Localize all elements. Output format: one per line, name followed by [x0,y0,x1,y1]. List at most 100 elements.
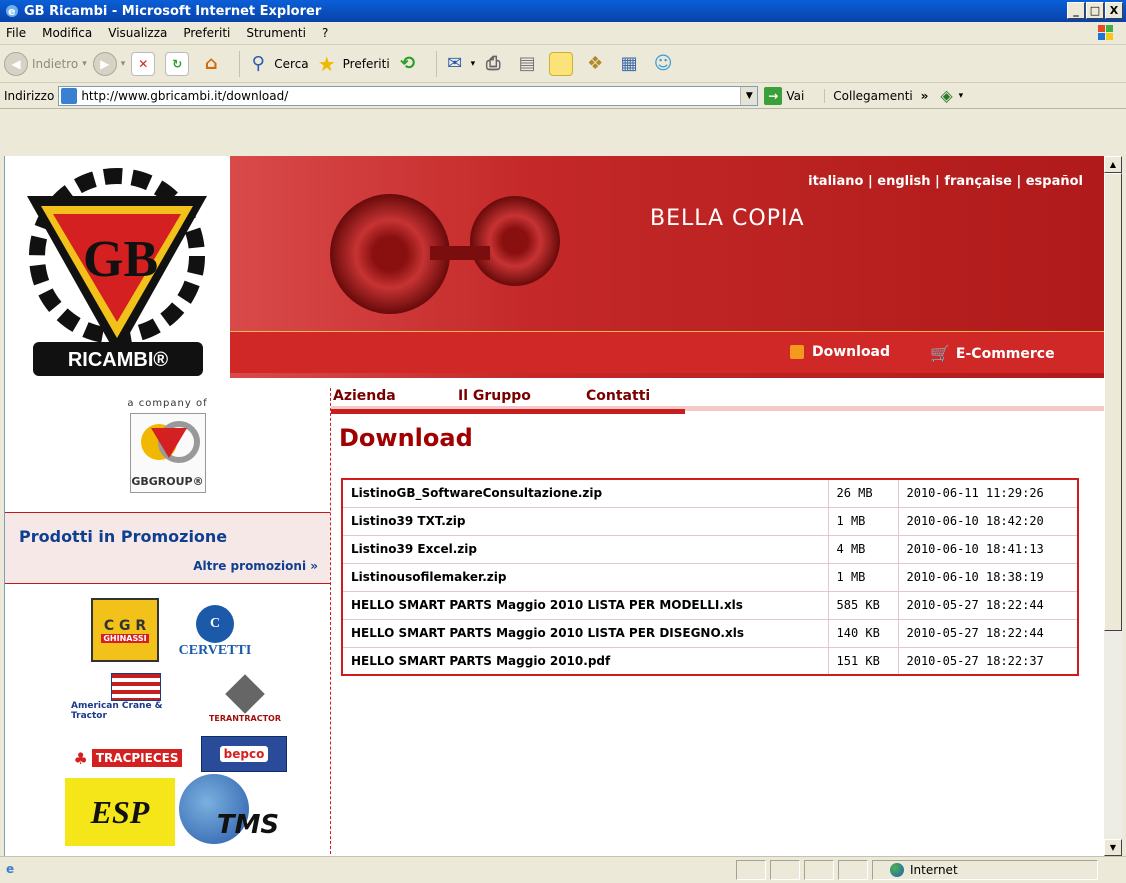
language-selector[interactable]: italiano | english | française | español [808,174,1083,189]
edit-button[interactable]: ▤ [515,52,543,76]
gbgroup-logo[interactable]: GBGROUP® [129,413,206,493]
bepco-logo[interactable]: bepco [201,736,287,772]
tracpieces-logo[interactable]: ♣ TRACPIECES [61,746,195,770]
nav-contatti[interactable]: Contatti [572,388,685,414]
go-button[interactable]: → Vai [764,86,805,105]
hero-action-bar: Download 🛒 E-Commerce [230,331,1104,373]
tms-text: TMS [216,810,280,840]
scroll-down-button[interactable]: ▼ [1104,839,1122,856]
svg-text:e: e [8,5,15,18]
dropdown-arrow-icon: ▾ [470,58,476,69]
file-size: 1 MB [827,562,899,592]
file-link[interactable]: ListinoGB_SoftwareConsultazione.zip [341,478,829,508]
maximize-button[interactable]: □ [1086,2,1104,19]
file-link[interactable]: Listinousofilemaker.zip [341,562,829,592]
favorites-label: Preferiti [342,56,390,71]
address-bar: Indirizzo http://www.gbricambi.it/downlo… [0,83,1126,109]
file-size: 585 KB [827,590,899,620]
vertical-scrollbar[interactable]: ▲ ▼ [1104,156,1122,856]
file-link[interactable]: HELLO SMART PARTS Maggio 2010 LISTA PER … [341,590,829,620]
address-url: http://www.gbricambi.it/download/ [81,88,289,103]
company-of-label: a company of [127,398,208,409]
file-link[interactable]: Listino39 TXT.zip [341,506,829,536]
table-row: Listino39 Excel.zip 4 MB 2010-06-10 18:41:… [341,534,1079,564]
minimize-button[interactable]: _ [1067,2,1085,19]
file-link[interactable]: HELLO SMART PARTS Maggio 2010.pdf [341,646,829,676]
print-button[interactable]: ⎙ [481,52,509,76]
american-crane-logo[interactable]: American Crane & Tractor [71,668,201,726]
esp-logo[interactable]: ESP [65,778,175,846]
company-block: a company of GBGROUP® [5,388,330,508]
address-dropdown-icon[interactable]: ▼ [740,86,758,105]
menu-preferiti[interactable]: Preferiti [183,26,230,40]
nav-azienda[interactable]: Azienda [331,388,444,414]
extension-icon[interactable]: ◈ [940,86,952,105]
gearbox-image [470,196,560,286]
table-row: Listino39 TXT.zip 1 MB 2010-06-10 18:42:20 [341,506,1079,536]
download-link-label: Download [812,344,891,360]
menu-strumenti[interactable]: Strumenti [246,26,306,40]
forward-arrow-icon: ▶ [92,51,117,76]
american-text: American Crane & Tractor [71,701,163,721]
favorites-button[interactable]: ★ Preferiti [315,52,390,76]
file-date: 2010-06-11 11:29:26 [897,478,1079,508]
scroll-thumb[interactable] [1104,173,1122,631]
back-arrow-icon: ◀ [4,51,28,76]
tms-logo[interactable]: TMS [173,770,283,850]
search-button[interactable]: ⚲ Cerca [246,52,309,76]
close-button[interactable]: X [1105,2,1123,19]
tractor-icon: ♣ [73,748,88,768]
promo-more-link[interactable]: Altre promozioni » [193,559,318,573]
window-titlebar: e GB Ricambi - Microsoft Internet Explor… [0,0,1126,22]
mail-icon: ✉ [447,53,463,74]
file-link[interactable]: HELLO SMART PARTS Maggio 2010 LISTA PER … [341,618,829,648]
dropdown-arrow-icon[interactable]: ▾ [959,91,964,101]
window-title: GB Ricambi - Microsoft Internet Explorer [24,3,322,19]
menu-visualizza[interactable]: Visualizza [108,26,167,40]
mail-button[interactable]: ✉ ▾ [443,52,476,76]
search-icon: ⚲ [251,53,265,74]
forward-button[interactable]: ▶ ▾ [92,51,125,76]
standard-toolbar: ◀ Indietro ▾ ▶ ▾ ✕ ↻ ⌂ ⚲ Cerca ★ Preferi… [0,45,1126,83]
menu-help[interactable]: ? [322,26,328,40]
ecommerce-link-label: E-Commerce [955,345,1055,362]
download-link[interactable]: Download [790,344,890,360]
menu-modifica[interactable]: Modifica [42,26,92,40]
discuss-button[interactable] [549,51,577,76]
scroll-up-button[interactable]: ▲ [1104,156,1122,173]
address-input[interactable]: http://www.gbricambi.it/download/ ▼ [58,85,759,106]
terantractor-logo[interactable]: TERANTRACTOR [205,668,285,728]
file-size: 1 MB [827,506,899,536]
file-date: 2010-05-27 18:22:37 [897,646,1079,676]
home-button[interactable]: ⌂ [199,52,227,76]
back-label: Indietro [32,56,79,71]
file-link[interactable]: Listino39 Excel.zip [341,534,829,564]
history-button[interactable]: ⟲ [396,52,424,76]
messenger-icon: ☺ [653,53,673,74]
promo-title: Prodotti in Promozione [19,527,228,546]
cgr-text: C G R [103,617,147,634]
toolbar-separator [239,50,241,77]
links-button[interactable]: Collegamenti » [824,88,928,103]
go-label: Vai [786,88,805,103]
back-button[interactable]: ◀ Indietro ▾ [4,51,87,76]
stop-button[interactable]: ✕ [131,51,159,76]
address-label: Indirizzo [4,88,55,103]
svg-text:GB: GB [83,231,158,288]
gbgroup-label: GBGROUP® [131,475,204,488]
research-button[interactable]: ❖ [583,52,611,76]
media-button[interactable]: ▦ [617,52,645,76]
ecommerce-link[interactable]: 🛒 E-Commerce [930,344,1055,363]
cart-icon: 🛒 [930,344,950,363]
promo-box: Prodotti in Promozione Altre promozioni … [5,512,330,584]
download-icon [790,345,804,359]
nav-il-gruppo[interactable]: Il Gruppo [444,388,572,414]
cervetti-logo[interactable]: C CERVETTI [165,600,265,664]
cgr-logo[interactable]: C G R GHINASSI [91,598,159,662]
menu-file[interactable]: File [6,26,26,40]
note-icon [549,51,574,76]
research-icon: ❖ [587,53,604,74]
refresh-button[interactable]: ↻ [165,51,193,76]
messenger-button[interactable]: ☺ [651,52,679,76]
zone-label: Internet [910,863,958,877]
